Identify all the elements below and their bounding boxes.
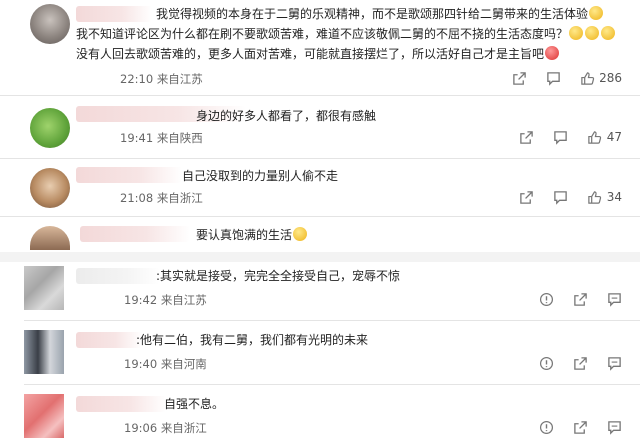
comment-actions: 34 (519, 189, 622, 205)
comment-text: 要认真饱满的生活 (196, 225, 496, 245)
comment-text: 自己没取到的力量别人偷不走 (182, 169, 339, 183)
emoji-icon (585, 26, 600, 40)
comment-item: 身边的好多人都看了，都很有感触 19:41 来自陕西 47 (0, 100, 640, 158)
thumbs-up-icon (579, 70, 595, 86)
comment-meta: 22:10 来自江苏 (120, 72, 203, 86)
emoji-icon (589, 6, 604, 20)
comment-meta: 21:08 来自浙江 (120, 191, 203, 205)
avatar-blurred[interactable] (24, 394, 64, 438)
comment-text: :其实就是接受，完完全全接受自己，宠辱不惊 (156, 269, 401, 283)
share-icon[interactable] (519, 129, 535, 145)
username-blurred[interactable] (76, 6, 152, 22)
comment-actions (538, 419, 622, 435)
like-count: 47 (606, 130, 622, 144)
avatar[interactable] (30, 4, 70, 44)
share-icon[interactable] (572, 291, 588, 307)
divider (24, 384, 640, 385)
report-icon[interactable] (538, 291, 554, 307)
comment-icon[interactable] (553, 189, 569, 205)
comment-item: 我觉得视频的本身在于二舅的乐观精神，而不是歌颂那四针给二舅带来的生活体验 我不知… (0, 0, 640, 92)
comment-actions (538, 291, 622, 307)
comment-item: 要认真饱满的生活 (0, 220, 640, 250)
username-blurred[interactable] (76, 167, 182, 183)
comment-item: 自己没取到的力量别人偷不走 21:08 来自浙江 34 (0, 162, 640, 216)
comment-actions: 47 (519, 129, 622, 145)
comment-meta: 19:06 来自浙江 (124, 421, 207, 435)
divider (0, 158, 640, 159)
thumbs-up-icon (587, 129, 603, 145)
share-icon[interactable] (519, 189, 535, 205)
comment-text-line2: 我不知道评论区为什么都在刷不要歌颂苦难，难道不应该敬佩二舅的不屈不挠的生活态度吗… (76, 24, 616, 44)
section-divider (0, 252, 640, 262)
like-count: 34 (606, 190, 622, 204)
share-icon[interactable] (572, 355, 588, 371)
comment-item: 自强不息。 19:06 来自浙江 (0, 390, 640, 446)
comment-icon[interactable] (545, 70, 561, 86)
report-icon[interactable] (538, 355, 554, 371)
username-blurred[interactable] (76, 396, 166, 412)
comment-meta: 19:42 来自江苏 (124, 293, 207, 307)
heart-emoji-icon (545, 46, 560, 60)
comment-icon[interactable] (606, 291, 622, 307)
report-icon[interactable] (538, 419, 554, 435)
username-blurred[interactable] (80, 226, 190, 242)
comment-actions: 286 (511, 70, 622, 86)
username-blurred[interactable] (76, 332, 142, 348)
emoji-icon (293, 227, 308, 241)
comment-actions (538, 355, 622, 371)
avatar-blurred[interactable] (24, 266, 64, 310)
avatar[interactable] (30, 168, 70, 208)
comment-text-line3: 没有人回去歌颂苦难的，更多人面对苦难，可能就直接摆烂了，所以活好自己才是主旨吧 (76, 44, 616, 64)
comment-item: :他有二伯，我有二舅，我们都有光明的未来 19:40 来自河南 (0, 326, 640, 378)
divider (0, 95, 640, 96)
avatar[interactable] (30, 226, 70, 250)
comment-icon[interactable] (606, 419, 622, 435)
comment-icon[interactable] (606, 355, 622, 371)
comment-meta: 19:41 来自陕西 (120, 131, 203, 145)
comment-text: 自强不息。 (164, 397, 225, 411)
avatar-blurred[interactable] (24, 330, 64, 374)
thumbs-up-icon (587, 189, 603, 205)
emoji-icon (569, 26, 584, 40)
comment-text: :他有二伯，我有二舅，我们都有光明的未来 (136, 333, 369, 347)
comment-icon[interactable] (553, 129, 569, 145)
share-icon[interactable] (511, 70, 527, 86)
comment-text: 我觉得视频的本身在于二舅的乐观精神，而不是歌颂那四针给二舅带来的生活体验 (156, 4, 626, 24)
comment-item: :其实就是接受，完完全全接受自己，宠辱不惊 19:42 来自江苏 (0, 262, 640, 318)
like-button[interactable]: 286 (579, 70, 622, 86)
comment-text: 身边的好多人都看了，都很有感触 (196, 109, 377, 123)
like-button[interactable]: 47 (587, 129, 622, 145)
comment-meta: 19:40 来自河南 (124, 357, 207, 371)
like-button[interactable]: 34 (587, 189, 622, 205)
divider (24, 320, 640, 321)
comment-feed: 我觉得视频的本身在于二舅的乐观精神，而不是歌颂那四针给二舅带来的生活体验 我不知… (0, 0, 640, 446)
divider (0, 216, 640, 217)
share-icon[interactable] (572, 419, 588, 435)
avatar[interactable] (30, 108, 70, 148)
like-count: 286 (599, 71, 622, 85)
username-blurred[interactable] (76, 268, 160, 284)
emoji-icon (601, 26, 616, 40)
